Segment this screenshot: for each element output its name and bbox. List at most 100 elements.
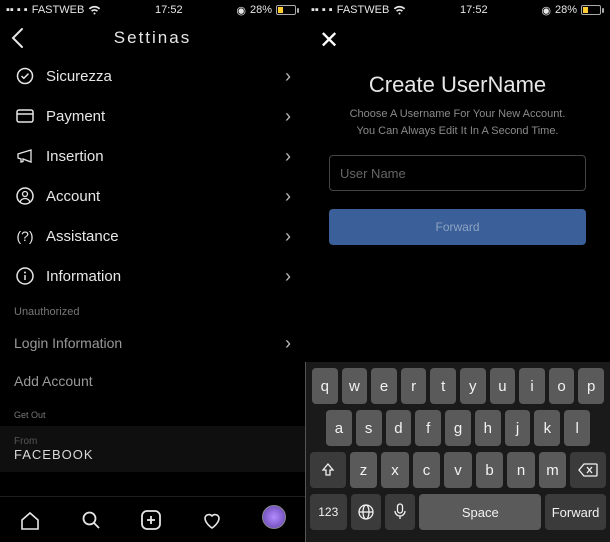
key-g[interactable]: g [445,410,471,446]
key-a[interactable]: a [326,410,352,446]
page-title: Settinas [114,28,191,48]
home-icon[interactable] [19,509,41,531]
chevron-right-icon: › [285,146,291,167]
help-icon: (?) [14,228,36,244]
wifi-icon [393,5,406,16]
chevron-right-icon: › [285,186,291,207]
carrier-label: FASTWEB [32,4,85,16]
menu-item-assistance[interactable]: (?) Assistance › [0,216,305,256]
add-post-icon[interactable] [140,509,162,531]
chevron-right-icon: › [285,226,291,247]
menu-item-account[interactable]: Account › [0,176,305,216]
clock: 17:52 [460,4,488,16]
status-bar: ▪▪ ▪ ▪ FASTWEB 17:52 ◉ 28% [305,0,610,20]
key-y[interactable]: y [460,368,486,404]
key-n[interactable]: n [507,452,535,488]
clock: 17:52 [155,4,183,16]
create-username-title: Create UserName [305,72,610,98]
key-space[interactable]: Space [419,494,541,530]
key-forward[interactable]: Forward [545,494,606,530]
forward-button-label: Forward [435,220,479,234]
key-backspace[interactable] [570,452,606,488]
key-u[interactable]: u [490,368,516,404]
menu-label: Payment [46,108,105,125]
eye-icon: ◉ [236,4,246,17]
carrier-label: FASTWEB [337,4,390,16]
key-h[interactable]: h [475,410,501,446]
menu-item-login-info[interactable]: Login Information › [0,324,305,362]
info-icon [14,267,36,285]
menu-label: Assistance [46,228,119,245]
key-s[interactable]: s [356,410,382,446]
menu-label: Information [46,268,121,285]
heart-icon[interactable] [201,509,223,531]
from-value: FACEBOOK [14,447,291,462]
chevron-right-icon: › [285,66,291,87]
menu-item-add-account[interactable]: Add Account [0,362,305,400]
key-shift[interactable] [310,452,346,488]
tab-bar [0,496,305,542]
eye-icon: ◉ [541,4,551,17]
battery-pct: 28% [555,4,577,16]
menu-label: Login Information [14,335,122,351]
key-e[interactable]: e [371,368,397,404]
signal-icon: ▪▪ ▪ ▪ [6,4,28,16]
menu-label: Add Account [14,373,93,389]
search-icon[interactable] [80,509,102,531]
key-globe[interactable] [351,494,381,530]
battery-icon [276,5,299,15]
section-unauthorized: Unauthorized [0,296,305,324]
key-m[interactable]: m [539,452,567,488]
key-f[interactable]: f [415,410,441,446]
menu-item-security[interactable]: Sicurezza › [0,56,305,96]
status-bar: ▪▪ ▪ ▪ FASTWEB 17:52 ◉ 28% [0,0,305,20]
menu-label: Insertion [46,148,104,165]
create-username-subtitle: Choose A Username For Your New Account. … [325,106,590,139]
key-q[interactable]: q [312,368,338,404]
settings-menu: Sicurezza › Payment › Insertion › Accoun… [0,56,305,496]
key-i[interactable]: i [519,368,545,404]
menu-label: Account [46,188,100,205]
key-k[interactable]: k [534,410,560,446]
key-d[interactable]: d [386,410,412,446]
from-block: From FACEBOOK [0,426,305,472]
chevron-right-icon: › [285,106,291,127]
key-w[interactable]: w [342,368,368,404]
key-o[interactable]: o [549,368,575,404]
battery-icon [581,5,604,15]
menu-label: Sicurezza [46,68,112,85]
card-icon [14,109,36,123]
key-x[interactable]: x [381,452,409,488]
section-get-out[interactable]: Get Out [0,400,305,426]
battery-pct: 28% [250,4,272,16]
shield-icon [14,67,36,85]
key-b[interactable]: b [476,452,504,488]
from-label: From [14,436,291,447]
username-input[interactable] [329,155,586,191]
person-icon [14,187,36,205]
back-icon[interactable] [10,27,24,49]
key-numbers[interactable]: 123 [310,494,347,530]
key-c[interactable]: c [413,452,441,488]
megaphone-icon [14,148,36,164]
key-t[interactable]: t [430,368,456,404]
key-p[interactable]: p [578,368,604,404]
profile-avatar[interactable] [262,505,286,535]
close-icon[interactable]: ✕ [319,26,339,55]
key-z[interactable]: z [350,452,378,488]
wifi-icon [88,5,101,16]
menu-item-information[interactable]: Information › [0,256,305,296]
menu-item-insertion[interactable]: Insertion › [0,136,305,176]
forward-button[interactable]: Forward [329,209,586,245]
key-l[interactable]: l [564,410,590,446]
settings-screen: ▪▪ ▪ ▪ FASTWEB 17:52 ◉ 28% Settinas Sicu… [0,0,305,542]
keyboard: qwertyuiop asdfghjkl zxcvbnm 123 Space F… [305,362,610,542]
key-j[interactable]: j [505,410,531,446]
key-v[interactable]: v [444,452,472,488]
chevron-right-icon: › [285,266,291,287]
create-username-screen: ▪▪ ▪ ▪ FASTWEB 17:52 ◉ 28% ✕ Create User… [305,0,610,542]
chevron-right-icon: › [285,333,291,354]
key-r[interactable]: r [401,368,427,404]
menu-item-payment[interactable]: Payment › [0,96,305,136]
key-mic[interactable] [385,494,415,530]
